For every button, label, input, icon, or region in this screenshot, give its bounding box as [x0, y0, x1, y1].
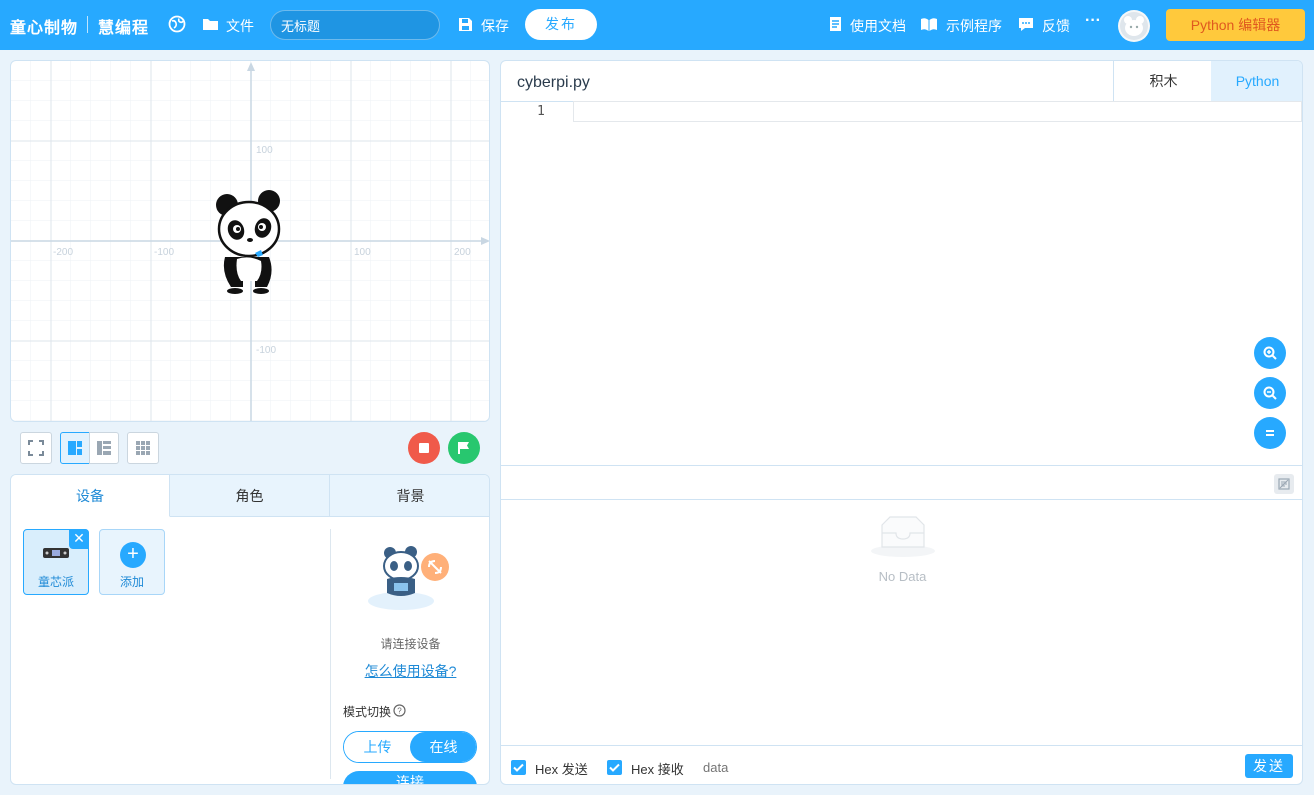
empty-inbox-icon	[871, 516, 935, 557]
tab-blocks[interactable]: 积木	[1113, 61, 1213, 101]
start-flag-button[interactable]	[448, 432, 480, 464]
folder-icon[interactable]	[201, 14, 219, 34]
cyberpi-device-icon	[43, 548, 69, 558]
code-input-line[interactable]	[573, 101, 1302, 122]
clear-icon	[1278, 478, 1290, 490]
grid-view-button[interactable]	[127, 432, 159, 464]
zoom-out-icon	[1263, 386, 1277, 400]
equals-icon	[1266, 430, 1274, 436]
no-data-text: No Data	[878, 569, 927, 584]
fullscreen-button[interactable]	[20, 432, 52, 464]
more-menu-icon[interactable]: ···	[1085, 12, 1101, 30]
stage-canvas[interactable]: -200 -100 100 200 100 -100	[10, 60, 490, 422]
remove-device-icon[interactable]: ✕	[69, 529, 89, 549]
layout-large-stage-button[interactable]	[60, 432, 90, 464]
add-device-label: 添加	[119, 575, 144, 589]
mode-upload-option[interactable]: 上传	[344, 732, 411, 762]
tab-python[interactable]: Python	[1211, 61, 1302, 101]
connect-button-label: 连接	[396, 774, 424, 785]
device-name: 童芯派	[37, 575, 74, 589]
line-number: 1	[537, 104, 545, 119]
user-avatar[interactable]	[1118, 10, 1150, 42]
how-to-use-device-link[interactable]: 怎么使用设备?	[331, 661, 489, 681]
device-panel: 设备 角色 背景 ✕ 童芯派 + 添加 请连接设备 怎么使用设备? 模式切换 ?…	[10, 474, 490, 785]
hex-send-checkbox[interactable]	[511, 760, 526, 775]
brand-logo: 童心制物	[10, 20, 79, 37]
console-toolbar	[501, 465, 1302, 500]
book-icon[interactable]	[920, 14, 938, 34]
mode-online-option[interactable]: 在线	[410, 732, 476, 762]
tab-sprites[interactable]: 角色	[170, 475, 330, 517]
zoom-reset-button[interactable]	[1254, 417, 1286, 449]
document-icon[interactable]	[826, 14, 844, 34]
serial-data-input[interactable]	[703, 757, 1123, 777]
axis-label-y-neg100: -100	[256, 345, 277, 356]
code-editor-panel: cyberpi.py 积木 Python 1 No Data Hex 发送 He…	[500, 60, 1303, 785]
project-title-input[interactable]	[270, 10, 440, 40]
save-button[interactable]: 保存	[481, 16, 509, 36]
hex-receive-checkbox[interactable]	[607, 760, 622, 775]
axis-label-y-100: 100	[256, 145, 273, 156]
axis-label-x-neg200: -200	[53, 247, 74, 258]
add-device-button[interactable]: + 添加	[99, 529, 165, 595]
chat-icon[interactable]	[1017, 14, 1035, 34]
file-menu[interactable]: 文件	[226, 16, 254, 36]
file-name: cyberpi.py	[517, 74, 590, 91]
docs-link[interactable]: 使用文档	[850, 16, 906, 36]
connect-button[interactable]: 连接	[343, 771, 477, 785]
grid-icon	[136, 441, 150, 455]
tab-devices[interactable]: 设备	[11, 475, 170, 517]
python-editor-button[interactable]: Python 编辑器	[1166, 9, 1305, 41]
svg-text:?: ?	[397, 707, 402, 716]
send-button[interactable]: 发送	[1245, 754, 1293, 778]
zoom-in-button[interactable]	[1254, 337, 1286, 369]
mode-toggle[interactable]: 上传 在线	[343, 731, 477, 763]
tab-backgrounds[interactable]: 背景	[330, 475, 489, 517]
stop-button[interactable]	[408, 432, 440, 464]
axis-label-x-neg100: -100	[154, 247, 175, 258]
layout-small-stage-button[interactable]	[89, 432, 119, 464]
layout-small-icon	[97, 441, 111, 455]
zoom-out-button[interactable]	[1254, 377, 1286, 409]
fullscreen-icon	[28, 440, 44, 456]
panel-divider	[330, 529, 331, 779]
brand-divider	[87, 16, 88, 33]
top-bar: 童心制物 慧编程 文件 保存 发布 使用文档 示例程序 反馈 ··· Pytho…	[0, 0, 1314, 50]
product-name: 慧编程	[98, 20, 150, 37]
stop-icon	[419, 443, 429, 453]
help-icon[interactable]: ?	[393, 704, 406, 717]
globe-icon[interactable]	[168, 14, 186, 34]
layout-large-icon	[68, 441, 82, 455]
floppy-icon[interactable]	[456, 14, 474, 34]
axis-label-x-200: 200	[454, 247, 471, 258]
plus-icon: +	[120, 542, 146, 568]
serial-send-bar: Hex 发送 Hex 接收 发送	[501, 745, 1302, 784]
flag-icon	[458, 442, 469, 454]
device-card-cyberpi[interactable]: ✕ 童芯派	[23, 529, 89, 595]
axis-label-x-100: 100	[354, 247, 371, 258]
zoom-in-icon	[1263, 346, 1277, 360]
hex-send-label: Hex 发送	[535, 762, 588, 777]
publish-button[interactable]: 发布	[525, 9, 597, 40]
connect-prompt: 请连接设备	[380, 637, 441, 651]
connect-device-illustration	[368, 546, 449, 610]
examples-link[interactable]: 示例程序	[946, 16, 1002, 36]
hex-receive-label: Hex 接收	[631, 762, 684, 777]
mode-switch-label: 模式切换	[343, 705, 392, 719]
checkmark-icon	[513, 763, 524, 772]
clear-console-button[interactable]	[1274, 474, 1294, 494]
checkmark-icon	[609, 763, 620, 772]
feedback-link[interactable]: 反馈	[1042, 16, 1070, 36]
panda-sprite[interactable]	[211, 187, 287, 295]
